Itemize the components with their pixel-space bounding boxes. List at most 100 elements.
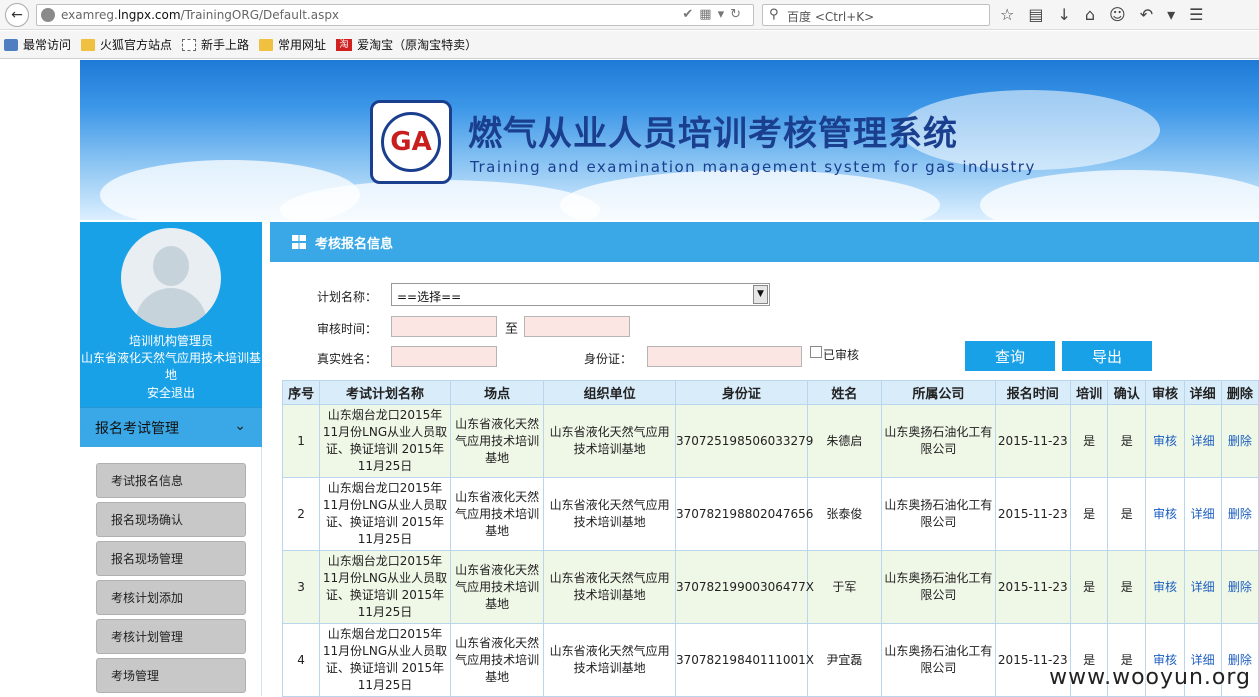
cell-detail: 详细: [1183, 550, 1222, 624]
cell-id: 370782198802047656: [674, 477, 813, 551]
menu-item-onsite-manage[interactable]: 报名现场管理: [96, 541, 246, 576]
cell-audit: 审核: [1145, 404, 1185, 478]
url-text: examreg.lngpx.com/TrainingORG/Default.as…: [61, 8, 340, 22]
delete-link[interactable]: 删除: [1228, 580, 1252, 594]
audited-label: 已审核: [823, 348, 860, 362]
menu-item-plan-add[interactable]: 考核计划添加: [96, 580, 246, 615]
browser-toolbar: ← examreg.lngpx.com/TrainingORG/Default.…: [0, 0, 1259, 30]
search-placeholder: 百度 <Ctrl+K>: [787, 10, 875, 24]
col-plan: 考试计划名称: [319, 380, 451, 405]
delete-link[interactable]: 删除: [1228, 507, 1252, 521]
audit-link[interactable]: 审核: [1153, 507, 1177, 521]
table-row: 2 山东烟台龙口2015年11月份LNG从业人员取证、换证培训 2015年11月…: [281, 477, 1259, 551]
cell-site: 山东省液化天然气应用技术培训基地: [449, 550, 545, 624]
cell-detail: 详细: [1183, 477, 1222, 551]
cell-name: 张泰俊: [806, 477, 883, 551]
col-detail: 详细: [1183, 380, 1222, 405]
col-company: 所属公司: [881, 380, 996, 405]
audit-link[interactable]: 审核: [1153, 434, 1177, 448]
toolbar-icons[interactable]: ☆▤↓⌂☺↶▾☰: [1000, 5, 1217, 24]
folder-icon: [259, 38, 274, 51]
cell-date: 2015-11-23: [994, 550, 1071, 624]
menu-item-exam-registration-info[interactable]: 考试报名信息: [96, 463, 246, 498]
bookmark-getting-started[interactable]: 新手上路: [182, 36, 249, 53]
cell-org: 山东省液化天然气应用技术培训基地: [543, 550, 676, 624]
cell-no: 4: [281, 623, 321, 697]
association-logo: GA: [370, 100, 452, 184]
cell-company: 山东奥扬石油化工有限公司: [881, 550, 996, 624]
time-label: 审核时间：: [317, 322, 378, 336]
sidebar: 培训机构管理员 山东省液化天然气应用技术培训基地 安全退出 报名考试管理 ⌄ 考…: [80, 222, 262, 696]
menu-item-plan-manage[interactable]: 考核计划管理: [96, 619, 246, 654]
cell-delete: 删除: [1220, 477, 1259, 551]
main-panel: 考核报名信息 计划名称： ==选择== ▼ 审核时间： 至 真实姓名： 身份证：…: [270, 222, 1259, 697]
menu-item-exam-room-manage[interactable]: 考场管理: [96, 658, 246, 693]
cell-name: 于军: [806, 550, 883, 624]
export-button[interactable]: 导出: [1062, 341, 1152, 371]
dropdown-arrow-icon[interactable]: ▼: [753, 285, 768, 304]
col-confirm: 确认: [1107, 380, 1147, 405]
cell-delete: 删除: [1220, 550, 1259, 624]
cell-date: 2015-11-23: [994, 477, 1071, 551]
col-id: 身份证: [674, 380, 808, 405]
cell-id: 37078219900306477X: [674, 550, 814, 624]
time-end-input[interactable]: [524, 316, 630, 337]
bookmark-common-sites[interactable]: 常用网址: [259, 36, 326, 53]
logout-link[interactable]: 安全退出: [80, 384, 262, 401]
cell-org: 山东省液化天然气应用技术培训基地: [543, 623, 676, 697]
plan-select-value: ==选择==: [397, 290, 462, 304]
audited-checkbox[interactable]: [810, 346, 822, 358]
cell-name: 朱德启: [806, 404, 883, 478]
header-banner: GA 燃气从业人员培训考核管理系统 Training and examinati…: [80, 60, 1259, 220]
url-bar[interactable]: examreg.lngpx.com/TrainingORG/Default.as…: [36, 4, 754, 26]
audit-link[interactable]: 审核: [1153, 580, 1177, 594]
bookmark-firefox-site[interactable]: 火狐官方站点: [81, 36, 172, 53]
detail-link[interactable]: 详细: [1191, 507, 1215, 521]
back-icon[interactable]: ←: [5, 3, 29, 27]
cell-site: 山东省液化天然气应用技术培训基地: [449, 623, 545, 697]
col-site: 场点: [449, 380, 545, 405]
table-row: 1 山东烟台龙口2015年11月份LNG从业人员取证、换证培训 2015年11月…: [281, 404, 1259, 478]
name-label: 真实姓名：: [317, 352, 378, 366]
folder-icon: [81, 38, 96, 51]
delete-link[interactable]: 删除: [1228, 434, 1252, 448]
cell-site: 山东省液化天然气应用技术培训基地: [449, 477, 545, 551]
cell-org: 山东省液化天然气应用技术培训基地: [543, 404, 676, 478]
cell-company: 山东奥扬石油化工有限公司: [881, 623, 996, 697]
cell-plan: 山东烟台龙口2015年11月份LNG从业人员取证、换证培训 2015年11月25…: [319, 623, 451, 697]
taobao-icon: 淘: [336, 38, 353, 51]
id-label: 身份证：: [584, 352, 633, 366]
cell-train: 是: [1069, 477, 1109, 551]
page-icon: [182, 38, 197, 51]
cell-plan: 山东烟台龙口2015年11月份LNG从业人员取证、换证培训 2015年11月25…: [319, 550, 451, 624]
avatar: [121, 228, 221, 328]
panel-title: 考核报名信息: [315, 236, 394, 252]
user-panel: 培训机构管理员 山东省液化天然气应用技术培训基地 安全退出: [80, 222, 262, 407]
menu-group-exam-registration[interactable]: 报名考试管理 ⌄: [80, 407, 262, 447]
menu-item-onsite-confirm[interactable]: 报名现场确认: [96, 502, 246, 537]
col-name: 姓名: [806, 380, 883, 405]
search-icon: ⚲: [769, 7, 779, 22]
id-input[interactable]: [647, 346, 802, 367]
cell-no: 1: [281, 404, 321, 478]
bookmark-most-visited[interactable]: 最常访问: [4, 36, 71, 53]
cell-company: 山东奥扬石油化工有限公司: [881, 404, 996, 478]
detail-link[interactable]: 详细: [1191, 580, 1215, 594]
globe-icon: [41, 8, 55, 22]
plan-select[interactable]: ==选择== ▼: [391, 283, 770, 306]
time-start-input[interactable]: [391, 316, 497, 337]
cell-no: 2: [281, 477, 321, 551]
cell-confirm: 是: [1107, 404, 1147, 478]
bookmarks-bar: 最常访问 火狐官方站点 新手上路 常用网址 淘爱淘宝（原淘宝特卖）: [0, 31, 1259, 59]
table-header-row: 序号 考试计划名称 场点 组织单位 身份证 姓名 所属公司 报名时间 培训 确认…: [281, 380, 1259, 405]
system-subtitle: Training and examination management syst…: [470, 158, 1036, 176]
bookmark-aitaobao[interactable]: 淘爱淘宝（原淘宝特卖）: [336, 36, 477, 53]
name-input[interactable]: [391, 346, 497, 367]
detail-link[interactable]: 详细: [1191, 434, 1215, 448]
query-button[interactable]: 查询: [965, 341, 1055, 371]
url-action-icons[interactable]: ✔▦▾↻: [682, 7, 747, 22]
panel-header: 考核报名信息: [270, 222, 1259, 262]
search-bar[interactable]: ⚲ 百度 <Ctrl+K>: [762, 4, 990, 26]
plan-label: 计划名称：: [317, 290, 378, 304]
col-no: 序号: [281, 380, 321, 405]
